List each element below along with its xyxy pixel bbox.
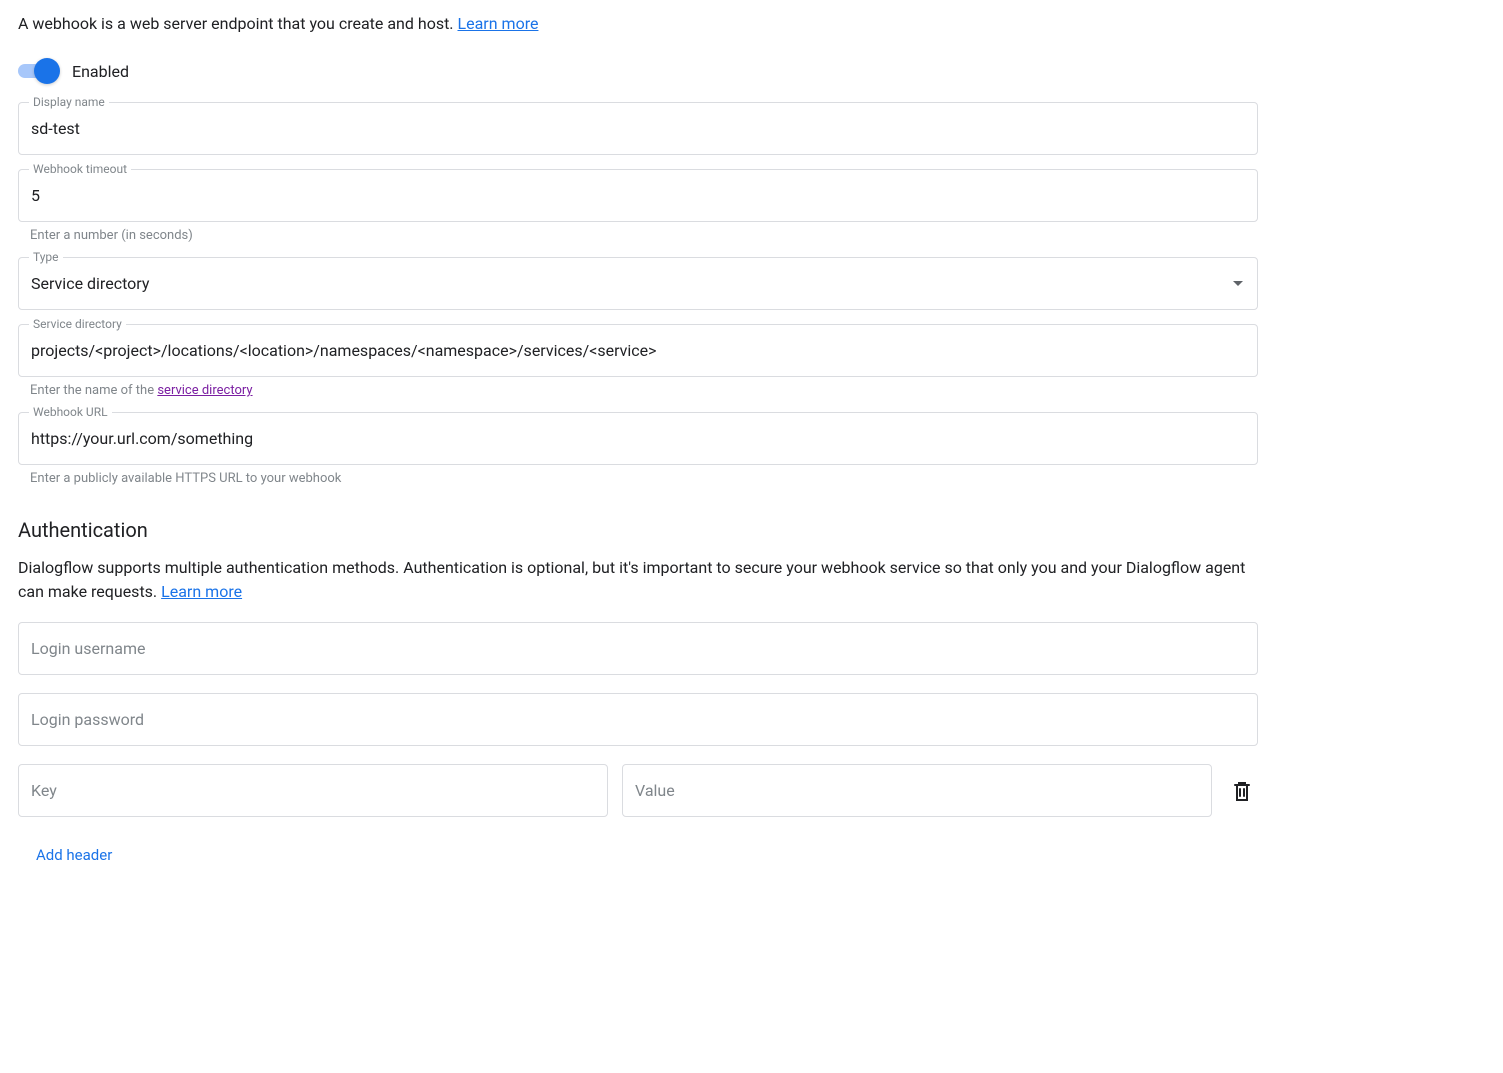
auth-learn-more-link[interactable]: Learn more [161,582,242,601]
service-directory-field: Service directory Enter the name of the … [18,324,1258,398]
header-kv-row [18,764,1258,817]
webhook-url-helper: Enter a publicly available HTTPS URL to … [18,471,1258,486]
service-directory-helper: Enter the name of the service directory [18,383,1258,398]
service-directory-helper-prefix: Enter the name of the [30,383,157,398]
display-name-field: Display name [18,102,1258,155]
type-field: Type Service directory [18,257,1258,310]
dropdown-caret-icon [1225,281,1257,286]
enabled-toggle[interactable] [18,58,58,84]
toggle-thumb [34,58,60,84]
service-directory-label: Service directory [29,317,126,331]
auth-description: Dialogflow supports multiple authenticat… [18,556,1258,604]
webhook-url-input[interactable] [19,413,1257,464]
learn-more-link[interactable]: Learn more [458,14,539,33]
add-header-row: Add header [36,845,1258,864]
login-username-input[interactable] [19,623,1257,674]
type-label: Type [29,250,63,264]
header-value-input[interactable] [623,765,1211,816]
header-value-field [622,764,1212,817]
timeout-input[interactable] [19,170,1257,221]
login-username-field [18,622,1258,675]
webhook-intro: A webhook is a web server endpoint that … [18,12,1258,36]
trash-icon [1232,780,1252,802]
delete-header-button[interactable] [1226,774,1258,808]
webhook-url-field: Webhook URL Enter a publicly available H… [18,412,1258,486]
header-key-input[interactable] [19,765,607,816]
timeout-label: Webhook timeout [29,162,131,176]
enabled-toggle-row: Enabled [18,58,1258,84]
service-directory-helper-link[interactable]: service directory [157,383,252,398]
display-name-label: Display name [29,95,109,109]
login-password-input[interactable] [19,694,1257,745]
display-name-input[interactable] [19,103,1257,154]
service-directory-input[interactable] [19,325,1257,376]
type-select[interactable]: Type Service directory [18,257,1258,310]
login-password-field [18,693,1258,746]
add-header-button[interactable]: Add header [36,846,112,864]
type-value: Service directory [19,258,1225,309]
header-key-field [18,764,608,817]
auth-heading: Authentication [18,518,1258,542]
enabled-toggle-label: Enabled [72,62,129,81]
timeout-helper: Enter a number (in seconds) [18,228,1258,243]
webhook-intro-text: A webhook is a web server endpoint that … [18,14,458,33]
timeout-field: Webhook timeout Enter a number (in secon… [18,169,1258,243]
webhook-url-label: Webhook URL [29,405,112,419]
